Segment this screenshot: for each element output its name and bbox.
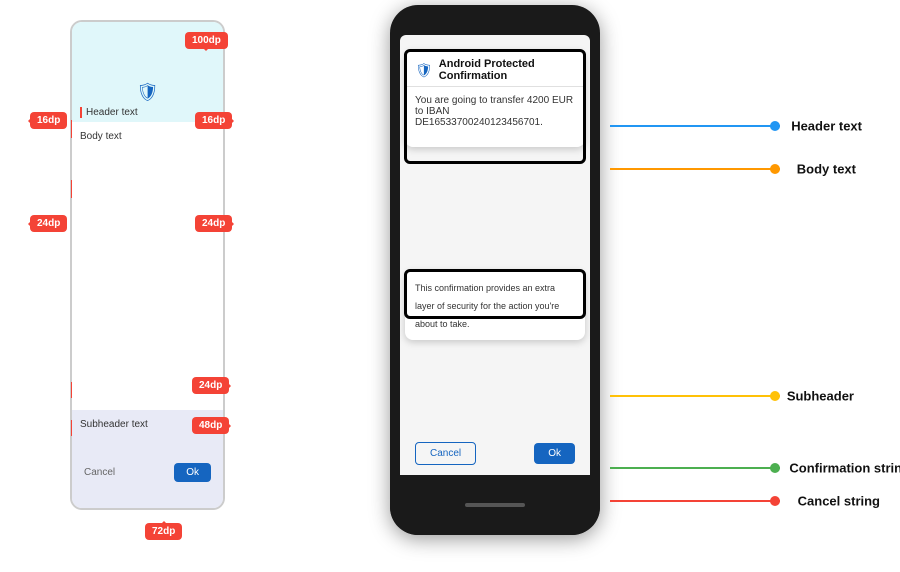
badge-48dp: 48dp bbox=[192, 417, 229, 434]
header-text-label: Header text bbox=[86, 107, 138, 118]
dialog-body: You are going to transfer 4200 EUR to IB… bbox=[405, 87, 585, 147]
phone-body: 🛡 Android Protected Confirmation You are… bbox=[390, 5, 600, 535]
body-annotation-line: Body text bbox=[610, 168, 780, 170]
phone-screen: 🛡 Android Protected Confirmation You are… bbox=[400, 35, 590, 495]
dim-line-v1 bbox=[71, 120, 72, 138]
home-indicator bbox=[465, 503, 525, 507]
badge-24dp-left: 24dp bbox=[30, 215, 67, 232]
spacer bbox=[72, 148, 223, 410]
shield-icon: 🛡 bbox=[72, 76, 223, 103]
cancel-dot bbox=[770, 496, 780, 506]
ok-button-left[interactable]: Ok bbox=[174, 463, 211, 482]
cancel-label: Cancel bbox=[84, 467, 115, 478]
dim-line-v4 bbox=[71, 420, 72, 436]
security-text: This confirmation provides an extra laye… bbox=[415, 283, 559, 329]
main-dialog: 🛡 Android Protected Confirmation You are… bbox=[405, 50, 585, 147]
button-zone: Cancel Ok bbox=[72, 436, 223, 508]
badge-16dp-left: 16dp bbox=[30, 112, 67, 129]
badge-100dp: 100dp bbox=[185, 32, 228, 49]
dim-line-v3 bbox=[71, 382, 72, 398]
subheader-text-label: Subheader text bbox=[80, 419, 148, 430]
security-box: This confirmation provides an extra laye… bbox=[405, 270, 585, 340]
badge-24dp-right-body: 24dp bbox=[195, 215, 232, 232]
badge-24dp-subheader: 24dp bbox=[192, 377, 229, 394]
subheader-annotation: Subheader bbox=[787, 389, 854, 404]
header-text-annotation: Header text bbox=[791, 119, 862, 134]
body-text-annotation: Body text bbox=[797, 162, 856, 177]
cancel-annotation-line: Cancel string bbox=[610, 500, 780, 502]
header-annotation-line: Header text bbox=[610, 125, 780, 127]
badge-72dp: 72dp bbox=[145, 523, 182, 540]
phone-chin bbox=[390, 475, 600, 535]
subheader-annotation-line: Subheader bbox=[610, 395, 780, 397]
dialog-buttons: Cancel Ok bbox=[405, 442, 585, 465]
right-phone: 🛡 Android Protected Confirmation You are… bbox=[390, 5, 600, 565]
ok-button-right[interactable]: Ok bbox=[534, 443, 575, 464]
body-dot bbox=[770, 164, 780, 174]
header-dot bbox=[770, 121, 780, 131]
confirmation-dot bbox=[770, 463, 780, 473]
left-diagram: 🛡 Header text Body text Subheader text C… bbox=[30, 20, 250, 550]
badge-16dp-right: 16dp bbox=[195, 112, 232, 129]
body-text-label: Body text bbox=[80, 131, 122, 142]
dialog-title: Android Protected Confirmation bbox=[439, 58, 575, 82]
subheader-dot bbox=[770, 391, 780, 401]
dim-line-v2 bbox=[71, 180, 72, 198]
dialog-title-bar: 🛡 Android Protected Confirmation bbox=[405, 50, 585, 87]
confirmation-annotation-line: Confirmation string bbox=[610, 467, 780, 469]
spacing-line bbox=[80, 107, 82, 118]
cancel-string-annotation: Cancel string bbox=[798, 494, 880, 509]
phone-notch bbox=[475, 13, 515, 19]
dialog-shield-icon: 🛡 bbox=[415, 62, 433, 79]
phone-mockup-left: 🛡 Header text Body text Subheader text C… bbox=[70, 20, 225, 510]
cancel-button-right[interactable]: Cancel bbox=[415, 442, 476, 465]
confirmation-string-annotation: Confirmation string bbox=[789, 461, 900, 476]
